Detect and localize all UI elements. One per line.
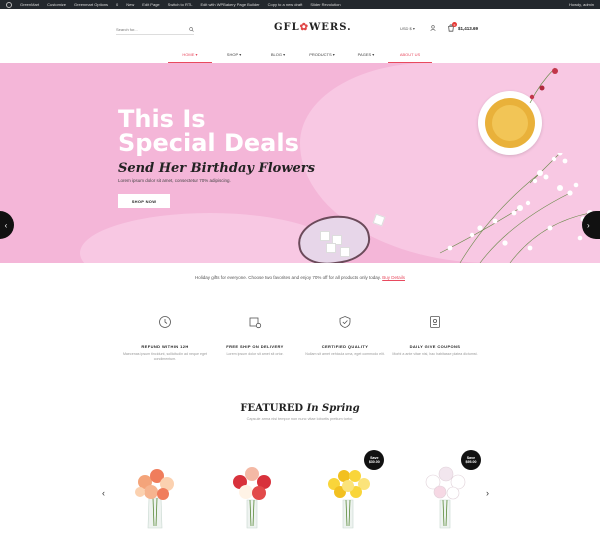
hero-subtitle: Send Her Birthday Flowers [118,161,315,176]
admin-bar-options[interactable]: Greenmart Options [74,2,108,7]
site-header: GFL✿WERS. USD $ ▾ 0 $1,413.69 [0,9,600,49]
admin-bar-comments[interactable]: 0 [116,2,118,7]
feature-item: FREE SHIP ON DELIVERY Lorem ipsum dolor … [210,315,300,362]
feature-item: DAILY GIVE COUPONS Morbi a ante vitae ni… [390,315,480,362]
tea-cup-image [492,105,528,141]
product-card[interactable]: Save $30.00 [308,450,388,530]
flower-bouquet-image [135,469,174,529]
feature-item: CERTIFIED QUALITY Nullam sit amet vehicu… [300,315,390,362]
hero-title-line1: This Is [118,105,206,133]
featured-title-em: In Spring [306,403,360,414]
chevron-down-icon: ▾ [372,52,375,57]
main-nav: HOME ▾ SHOP ▾ BLOG ▾ PRODUCTS ▾ PAGES ▾ … [0,49,600,63]
user-icon[interactable] [430,25,436,31]
cart-total[interactable]: $1,413.69 [458,26,478,31]
nav-about-label: ABOUT US [399,52,421,57]
admin-bar-howdy[interactable]: Howdy, admin [569,2,594,7]
promo-link[interactable]: Buy Details [382,275,405,280]
chevron-down-icon: ▾ [195,52,198,57]
feature-title: REFUND WITHIN 12H [141,344,189,349]
nav-home-label: HOME [182,52,195,57]
promo-bar: Holiday gifts for everyone. Choose two f… [0,275,600,280]
chevron-down-icon: ▾ [332,52,335,57]
features-row: REFUND WITHIN 12H Maecenas ipsum tincidu… [120,315,480,362]
product-card[interactable]: Save $95.00 [405,450,485,530]
wordpress-icon[interactable] [6,1,12,8]
admin-bar-slider[interactable]: Slider Revolution [310,2,340,7]
sugar-cube-image [340,247,350,257]
nav-shop[interactable]: SHOP ▾ [212,49,256,63]
logo-text-right: WERS. [309,22,352,33]
feature-desc: Nullam sit amet vehicula urna, eget comm… [305,352,385,356]
nav-pages-label: PAGES [357,52,372,57]
products-carousel: Save $30.00 Save $95.00 [115,450,485,530]
nav-pages[interactable]: PAGES ▾ [344,49,388,63]
admin-bar-rtl[interactable]: Switch to RTL [168,2,193,7]
hero-title: This Is Special Deals [118,107,318,155]
admin-bar-copy-draft[interactable]: Copy to a new draft [268,2,303,7]
nav-shop-label: SHOP [226,52,239,57]
feature-title: FREE SHIP ON DELIVERY [226,344,284,349]
carousel-next-arrow[interactable]: › [486,488,489,498]
nav-about-us[interactable]: ABOUT US [388,49,432,63]
sugar-cube-image [320,231,330,241]
nav-blog[interactable]: BLOG ▾ [256,49,300,63]
currency-value: USD $ [400,26,412,31]
currency-select[interactable]: USD $ ▾ [400,26,415,31]
search-box [116,25,194,35]
feature-item: REFUND WITHIN 12H Maecenas ipsum tincidu… [120,315,210,362]
shield-check-icon [339,316,351,328]
featured-title: FEATURED [240,403,304,414]
shop-now-button[interactable]: SHOP NOW [118,194,170,208]
search-icon[interactable] [189,27,194,32]
admin-bar-edit-page[interactable]: Edit Page [142,2,159,7]
promo-text: Holiday gifts for everyone. Choose two f… [195,275,381,280]
feature-title: CERTIFIED QUALITY [321,344,369,349]
product-card[interactable] [212,450,292,530]
logo-flower-icon: ✿ [299,22,310,33]
chevron-down-icon: ▾ [283,52,286,57]
feature-desc: Maecenas ipsum tincidunt, sollicitudin a… [122,352,208,361]
babys-breath-flowers-image [439,153,593,263]
feature-desc: Morbi a ante vitae nisi, hac habitasse p… [392,352,478,356]
admin-bar-new[interactable]: New [126,2,134,7]
sugar-cube-image [326,243,336,253]
clock-refund-icon [159,316,171,328]
feature-title: DAILY GIVE COUPONS [409,344,461,349]
hero-title-line2: Special Deals [118,129,299,157]
nav-products[interactable]: PRODUCTS ▾ [300,49,344,63]
nav-blog-label: BLOG [270,52,282,57]
carousel-prev-arrow[interactable]: ‹ [102,488,105,498]
nav-home[interactable]: HOME ▾ [168,49,212,63]
featured-subtitle: Capsule arma nisi tempor non nunc vitae … [246,417,354,421]
admin-bar-wpbakery[interactable]: Edit with WPBakery Page Builder [200,2,259,7]
featured-heading: FEATURED In Spring [0,403,600,414]
cart-count-badge: 0 [452,22,457,27]
slider-prev-button[interactable]: ‹ [0,211,14,239]
sale-badge-value: $95.00 [465,460,477,464]
chevron-down-icon: ▾ [239,52,242,57]
sale-badge: Save $95.00 [460,450,481,470]
chevron-down-icon: ▾ [412,26,415,31]
delivery-box-icon [249,317,262,329]
flower-bouquet-image [232,467,271,529]
rose-buds-image [529,67,558,103]
site-logo[interactable]: GFL✿WERS. [274,22,352,33]
product-card[interactable] [115,450,195,530]
feature-desc: Lorem ipsum dolor sit amet sit ortor. [226,352,284,356]
coupon-tag-icon [430,316,440,328]
admin-bar-customize[interactable]: Customize [47,2,66,7]
admin-bar-site[interactable]: GreenMart [20,2,39,7]
wp-admin-bar: GreenMart Customize Greenmart Options 0 … [0,0,600,9]
nav-products-label: PRODUCTS [309,52,332,57]
sale-badge-value: $30.00 [368,460,380,464]
search-input[interactable] [116,27,176,32]
logo-text-left: GFL [274,22,300,33]
hero-text: Lorem ipsum dolor sit amet, consectetur … [118,178,231,183]
hero-slider: This Is Special Deals Send Her Birthday … [0,63,600,263]
